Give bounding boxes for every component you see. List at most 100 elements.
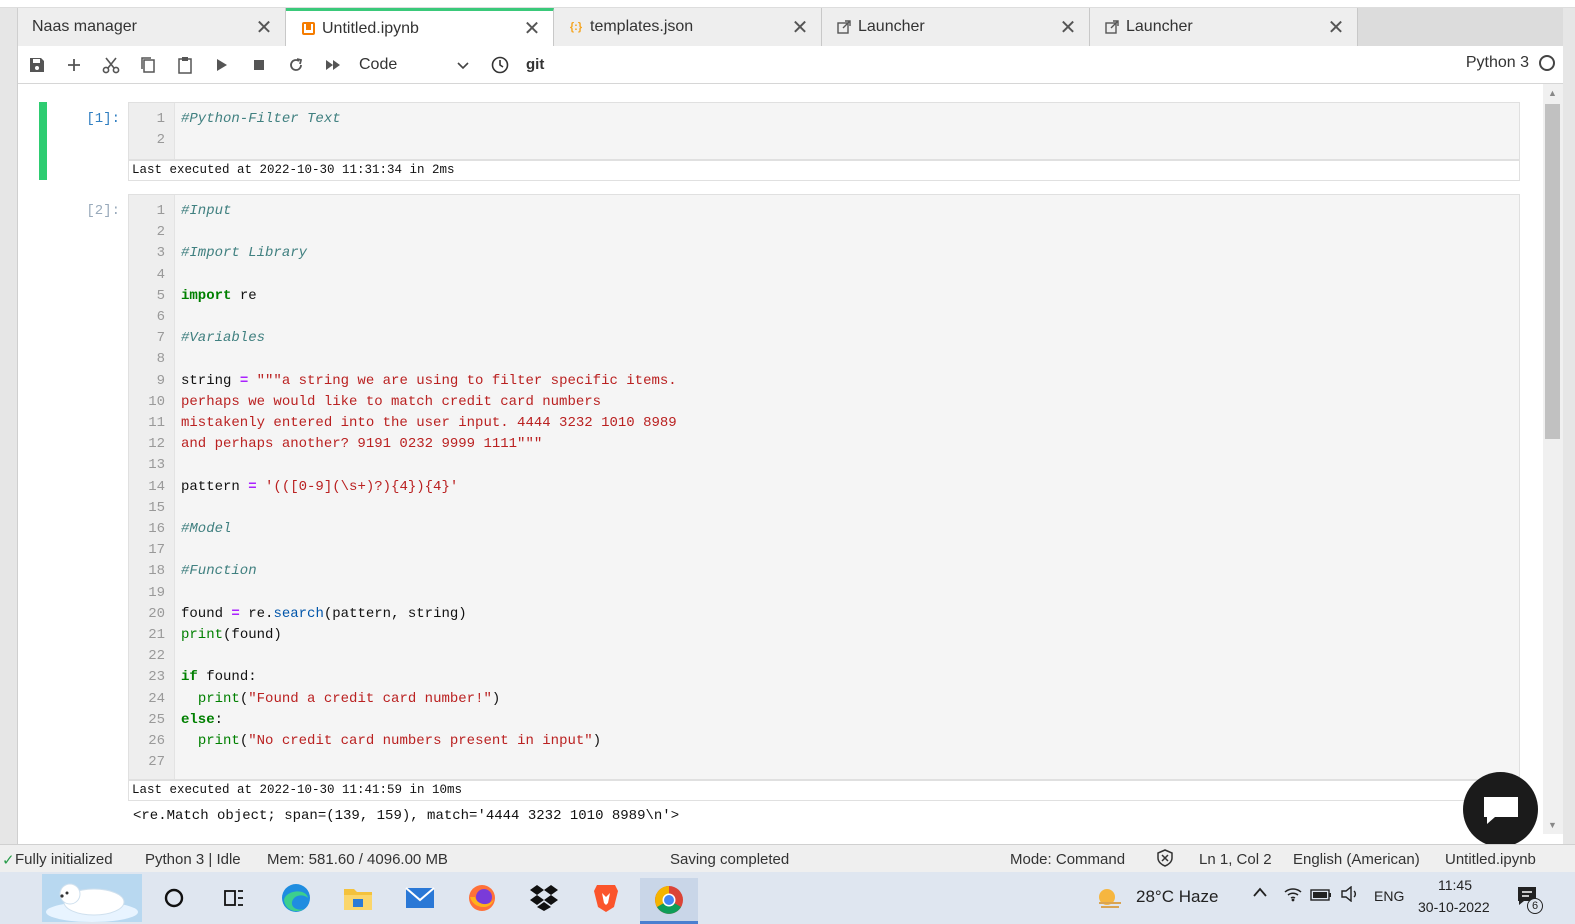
mode-indicator[interactable]: Mode: Command — [1010, 851, 1125, 868]
fast-forward-icon[interactable] — [314, 50, 351, 80]
line-number: 11 — [148, 415, 165, 431]
cell-editor[interactable]: 1 #Python-Filter Text 2 — [128, 102, 1520, 160]
code-line[interactable]: 1 #Python-Filter Text — [129, 109, 1519, 130]
close-icon[interactable]: ✕ — [1057, 15, 1079, 40]
line-number: 2 — [156, 224, 165, 241]
battery-icon[interactable] — [1310, 888, 1332, 906]
code-line[interactable]: 2 — [129, 130, 1519, 151]
code-line[interactable]: 1 #Input — [129, 201, 1519, 222]
code-line[interactable]: 2 — [129, 222, 1519, 243]
code-line[interactable]: 10 perhaps we would like to match credit … — [129, 392, 1519, 413]
code-line[interactable]: 11 mistakenly entered into the user input… — [129, 413, 1519, 434]
scroll-down-icon[interactable]: ▼ — [1548, 820, 1557, 830]
close-icon[interactable]: ✕ — [1325, 15, 1347, 40]
brave-icon[interactable] — [582, 878, 630, 918]
code-line[interactable]: 19 — [129, 583, 1519, 604]
copy-icon[interactable] — [129, 50, 166, 80]
close-icon[interactable]: ✕ — [789, 15, 811, 40]
volume-icon[interactable] — [1340, 885, 1360, 907]
start-bear-image[interactable] — [40, 872, 144, 924]
code-cell-1[interactable]: [1]: 1 #Python-Filter Text 2 Last executed… — [18, 102, 1543, 182]
code-line[interactable]: 14 pattern = '(([0-9](\s+)?){4}){4}' — [129, 477, 1519, 498]
line-number: 21 — [148, 627, 165, 643]
code-line[interactable]: 17 — [129, 540, 1519, 561]
code-line[interactable]: 15 — [129, 498, 1519, 519]
tab-untitled-notebook[interactable]: Untitled.ipynb ✕ — [286, 8, 554, 46]
weather-text[interactable]: 28°C Haze — [1136, 887, 1218, 907]
line-number: 9 — [156, 372, 165, 389]
clock-date[interactable]: 30-10-2022 — [1418, 899, 1490, 915]
code-line[interactable]: 13 — [129, 455, 1519, 476]
line-number: 8 — [156, 351, 165, 368]
close-icon[interactable]: ✕ — [521, 16, 543, 41]
code-line[interactable]: 24 print("Found a credit card number!") — [129, 689, 1519, 710]
input-language[interactable]: ENG — [1374, 888, 1404, 904]
tab-naas-manager[interactable]: Naas manager ✕ — [18, 8, 286, 46]
chevron-up-icon[interactable] — [1252, 885, 1268, 903]
firefox-icon[interactable] — [458, 878, 506, 918]
kernel-indicator[interactable]: Python 3 — [1466, 54, 1555, 72]
cut-icon[interactable] — [92, 50, 129, 80]
code-line[interactable]: 25 else: — [129, 710, 1519, 731]
clock-icon[interactable] — [481, 50, 518, 80]
restart-icon[interactable] — [277, 50, 314, 80]
line-number: 4 — [156, 266, 165, 283]
code-line[interactable]: 22 — [129, 646, 1519, 667]
add-cell-icon[interactable] — [55, 50, 92, 80]
code-line[interactable]: 4 — [129, 265, 1519, 286]
code-line[interactable]: 3 #Import Library — [129, 243, 1519, 264]
code-line[interactable]: 6 — [129, 307, 1519, 328]
code-text: string = """a string we are using to fil… — [181, 371, 677, 392]
stop-icon[interactable] — [240, 50, 277, 80]
cell-editor[interactable]: 1 #Input 2 3 #Import Library 4 5 import re 6 7 #Va… — [128, 194, 1520, 780]
spellcheck-language[interactable]: English (American) — [1293, 851, 1420, 868]
tab-launcher-2[interactable]: Launcher ✕ — [1090, 8, 1358, 46]
notebook-toolbar: Code git Python 3 — [18, 46, 1563, 84]
shield-icon[interactable] — [1156, 849, 1174, 871]
paste-icon[interactable] — [166, 50, 203, 80]
close-icon[interactable]: ✕ — [253, 15, 275, 40]
task-view-icon[interactable] — [210, 878, 258, 918]
tab-templates-json[interactable]: {:} templates.json ✕ — [554, 8, 822, 46]
cursor-position[interactable]: Ln 1, Col 2 — [1199, 851, 1272, 868]
save-icon[interactable] — [18, 50, 55, 80]
git-button[interactable]: git — [526, 56, 544, 73]
code-line[interactable]: 16 #Model — [129, 519, 1519, 540]
code-line[interactable]: 7 #Variables — [129, 328, 1519, 349]
code-token: re. — [239, 605, 274, 622]
code-line[interactable]: 18 #Function — [129, 561, 1519, 582]
code-text: else: — [181, 710, 223, 731]
file-explorer-icon[interactable] — [334, 878, 382, 918]
mail-icon[interactable] — [396, 878, 444, 918]
code-line[interactable]: 21 print(found) — [129, 625, 1519, 646]
kernel-status[interactable]: Python 3 | Idle — [145, 851, 241, 868]
scroll-up-icon[interactable]: ▲ — [1548, 88, 1557, 98]
code-line[interactable]: 9 string = """a string we are using to fi… — [129, 371, 1519, 392]
chat-button[interactable] — [1463, 772, 1538, 847]
code-line[interactable]: 5 import re — [129, 286, 1519, 307]
scrollbar-thumb[interactable] — [1545, 104, 1560, 439]
current-filename: Untitled.ipynb — [1445, 851, 1536, 868]
cell-type-select[interactable]: Code — [359, 56, 469, 74]
search-circle-icon[interactable] — [150, 878, 198, 918]
dropbox-icon[interactable] — [520, 878, 568, 918]
code-line[interactable]: 27 — [129, 752, 1519, 773]
notification-count: 6 — [1527, 898, 1543, 914]
code-token: #Model — [181, 521, 232, 537]
code-line[interactable]: 20 found = re.search(pattern, string) — [129, 604, 1519, 625]
weather-icon[interactable] — [1092, 878, 1128, 918]
line-number: 25 — [148, 711, 165, 728]
wifi-icon[interactable] — [1283, 886, 1303, 907]
code-line[interactable]: 23 if found: — [129, 667, 1519, 688]
chrome-icon[interactable] — [640, 878, 698, 924]
code-line[interactable]: 26 print("No credit card numbers present… — [129, 731, 1519, 752]
tab-launcher-1[interactable]: Launcher ✕ — [822, 8, 1090, 46]
clock-time[interactable]: 11:45 — [1438, 877, 1472, 893]
code-line[interactable]: 8 — [129, 349, 1519, 370]
code-token: '(([0-9](\s+)?){4}){4}' — [256, 478, 459, 495]
edge-browser-icon[interactable] — [272, 878, 320, 918]
code-line[interactable]: 12 and perhaps another? 9191 0232 9999 11… — [129, 434, 1519, 455]
code-cell-2[interactable]: [2]: 1 #Input 2 3 #Import Library 4 5 import re… — [18, 194, 1543, 834]
run-icon[interactable] — [203, 50, 240, 80]
notebook-scrollbar[interactable]: ▲ ▼ — [1543, 84, 1563, 834]
